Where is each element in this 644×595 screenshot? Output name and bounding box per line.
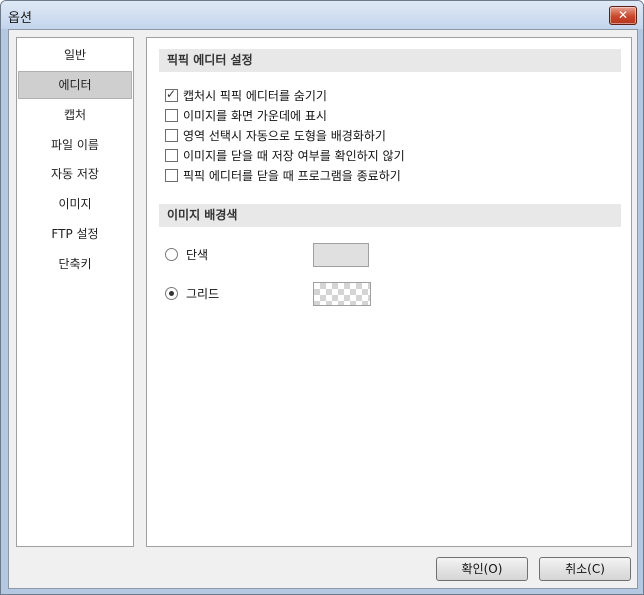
option-no-save-prompt[interactable]: 이미지를 닫을 때 저장 여부를 확인하지 않기	[165, 147, 405, 165]
radio-solid-color[interactable]: 단색	[165, 246, 208, 264]
radio-grid[interactable]: 그리드	[165, 285, 219, 303]
sidebar-item-capture[interactable]: 캡처	[19, 102, 131, 128]
checkbox[interactable]	[165, 169, 178, 182]
sidebar-item-shortcuts[interactable]: 단축키	[19, 251, 131, 277]
option-center-image[interactable]: 이미지를 화면 가운데에 표시	[165, 107, 327, 125]
category-sidebar: 일반 에디터 캡처 파일 이름 자동 저장 이미지 FTP 설정 단축키	[16, 37, 134, 547]
option-hide-editor-on-capture[interactable]: ✓ 캡처시 픽픽 에디터를 숨기기	[165, 87, 327, 105]
sidebar-item-general[interactable]: 일반	[19, 42, 131, 68]
solid-color-swatch[interactable]	[313, 243, 369, 267]
ok-button[interactable]: 확인(O)	[436, 557, 528, 581]
radio-label: 그리드	[186, 287, 220, 301]
sidebar-item-editor[interactable]: 에디터	[18, 71, 132, 99]
close-icon: ✕	[617, 8, 629, 22]
title-bar[interactable]: 옵션 ✕	[1, 1, 643, 29]
checkbox[interactable]	[165, 129, 178, 142]
checkbox[interactable]: ✓	[165, 87, 178, 102]
checkbox[interactable]	[165, 149, 178, 162]
option-label: 영역 선택시 자동으로 도형을 배경화하기	[183, 129, 386, 143]
radio-button[interactable]	[165, 248, 178, 261]
close-button[interactable]: ✕	[609, 6, 637, 25]
sidebar-item-image[interactable]: 이미지	[19, 191, 131, 217]
radio-selected-dot	[169, 291, 174, 296]
grid-pattern-swatch[interactable]	[313, 282, 371, 306]
cancel-button[interactable]: 취소(C)	[539, 557, 631, 581]
option-label: 픽픽 에디터를 닫을 때 프로그램을 종료하기	[183, 169, 401, 183]
editor-settings-header: 픽픽 에디터 설정	[159, 49, 621, 72]
option-auto-background-shape[interactable]: 영역 선택시 자동으로 도형을 배경화하기	[165, 127, 386, 145]
sidebar-item-file-name[interactable]: 파일 이름	[19, 132, 131, 158]
sidebar-item-ftp[interactable]: FTP 설정	[19, 221, 131, 247]
options-dialog: 옵션 ✕ 일반 에디터 캡처 파일 이름 자동 저장 이미지 FTP 설정 단축…	[0, 0, 644, 595]
radio-label: 단색	[186, 248, 209, 262]
background-header: 이미지 배경색	[159, 204, 621, 227]
option-label: 이미지를 닫을 때 저장 여부를 확인하지 않기	[183, 149, 405, 163]
option-label: 캡처시 픽픽 에디터를 숨기기	[183, 89, 327, 103]
window-title: 옵션	[8, 11, 32, 26]
radio-button[interactable]	[165, 287, 178, 300]
settings-panel: 픽픽 에디터 설정 ✓ 캡처시 픽픽 에디터를 숨기기 이미지를 화면 가운데에 …	[146, 37, 632, 547]
sidebar-item-auto-save[interactable]: 자동 저장	[19, 161, 131, 187]
option-exit-on-close[interactable]: 픽픽 에디터를 닫을 때 프로그램을 종료하기	[165, 167, 401, 185]
checkbox[interactable]	[165, 109, 178, 122]
check-icon: ✓	[166, 87, 177, 101]
option-label: 이미지를 화면 가운데에 표시	[183, 109, 327, 123]
dialog-client-area: 일반 에디터 캡처 파일 이름 자동 저장 이미지 FTP 설정 단축키 픽픽 …	[8, 29, 638, 589]
